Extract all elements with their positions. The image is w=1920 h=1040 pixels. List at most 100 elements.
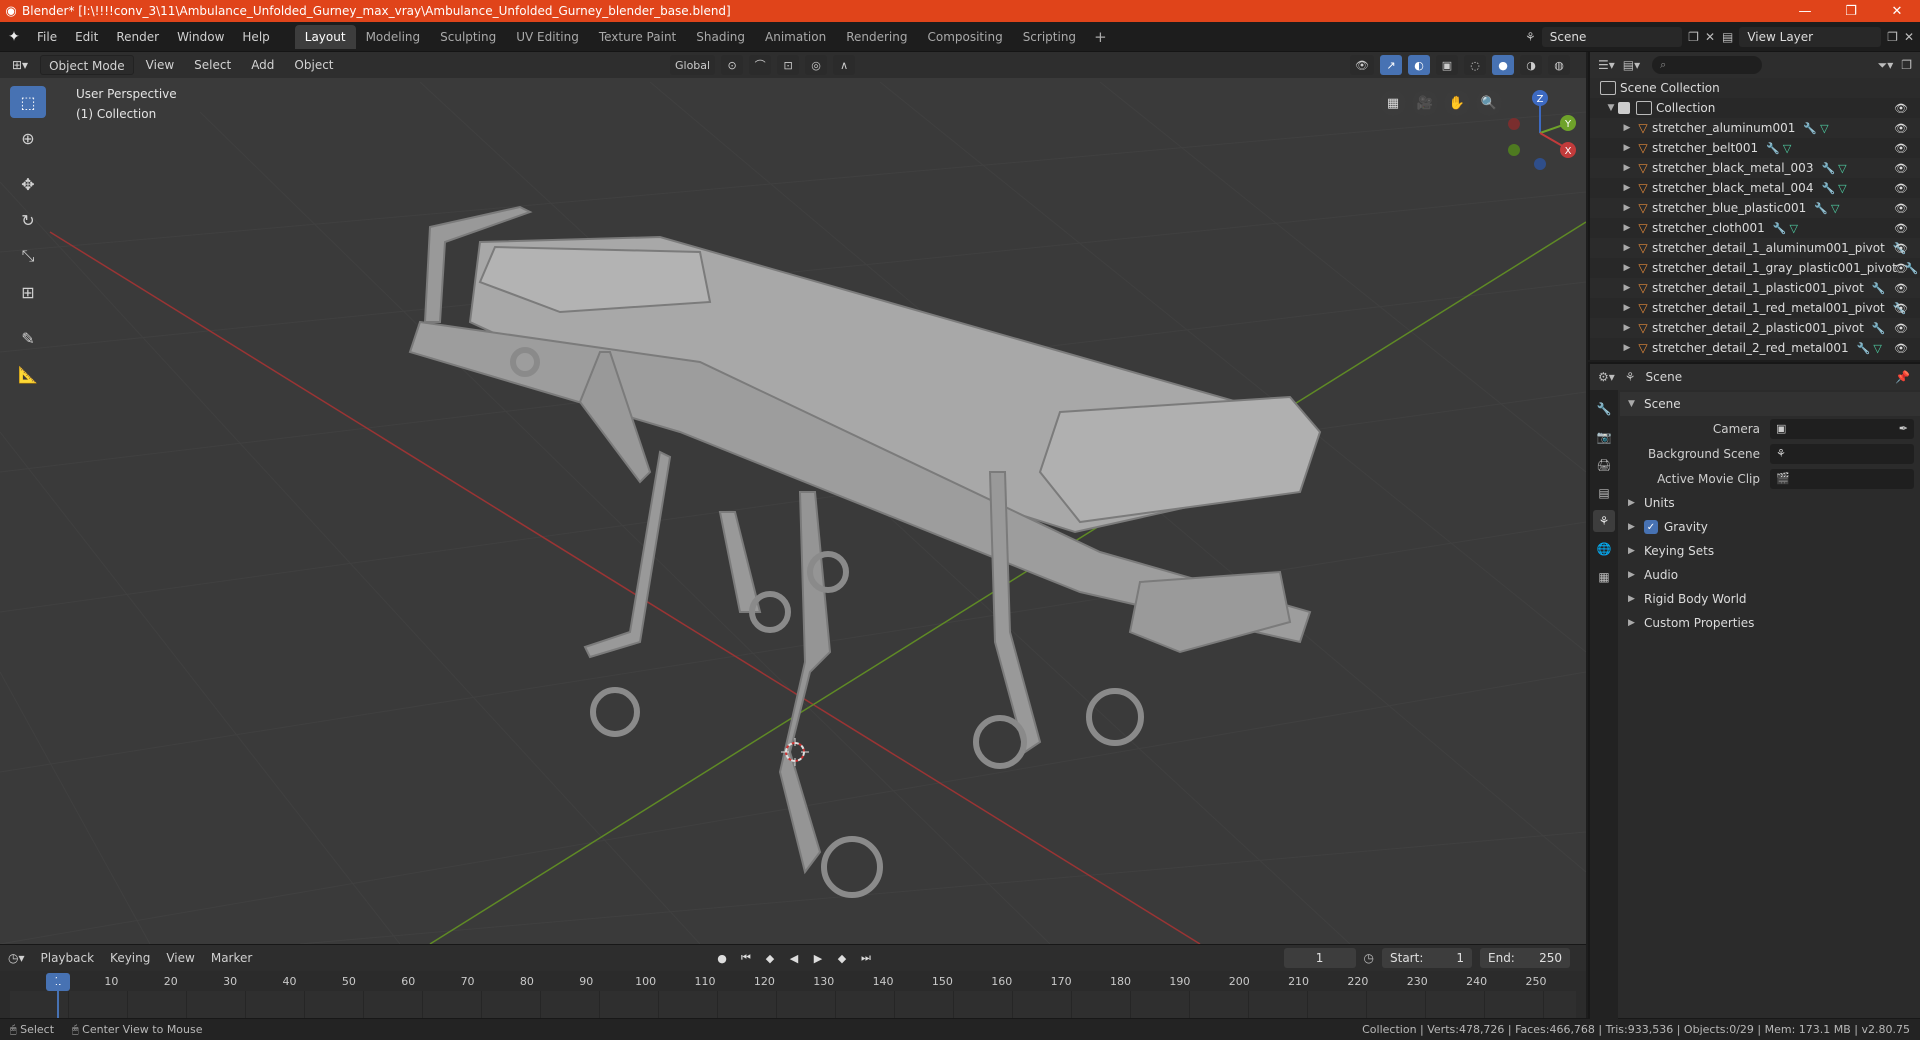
background-scene-field[interactable]: ⚘	[1770, 443, 1914, 464]
collapse-arrow-icon[interactable]: ▼	[1604, 103, 1618, 113]
mesh-data-icon[interactable]: ▽	[1820, 122, 1828, 135]
expand-arrow-icon[interactable]: ▶	[1620, 283, 1634, 293]
outliner-object-row[interactable]: ▶ ▽ stretcher_detail_2_red_metal001 🔧 ▽ 👁	[1590, 338, 1920, 358]
falloff-icon[interactable]: ∧	[833, 55, 856, 75]
scene-panel-header[interactable]: ▼ Scene	[1620, 392, 1920, 416]
modifier-wrench-icon[interactable]: 🔧	[1872, 282, 1886, 295]
prev-keyframe-icon[interactable]: ◆	[760, 949, 780, 967]
outliner-object-row[interactable]: ▶ ▽ stretcher_black_metal_003 🔧 ▽ 👁	[1590, 158, 1920, 178]
visibility-icon[interactable]: 👁	[1350, 55, 1374, 75]
modifier-wrench-icon[interactable]: 🔧	[1773, 222, 1787, 235]
mesh-data-icon[interactable]: ▽	[1783, 142, 1791, 155]
play-reverse-icon[interactable]: ◀	[784, 949, 804, 967]
visibility-eye-icon[interactable]: 👁	[1894, 262, 1908, 275]
units-panel-header[interactable]: ▶ Units	[1620, 491, 1920, 515]
eyedropper-icon[interactable]: ✒	[1899, 422, 1908, 435]
mesh-data-icon[interactable]: ▽	[1789, 222, 1797, 235]
current-frame-field[interactable]: 1	[1283, 948, 1356, 968]
outliner-object-row[interactable]: ▶ ▽ stretcher_detail_1_plastic001_pivot 🔧 👁	[1590, 278, 1920, 298]
visibility-eye-icon[interactable]: 👁	[1894, 282, 1908, 295]
blender-menu-icon[interactable]: ✦	[0, 29, 28, 45]
expand-arrow-icon[interactable]: ▶	[1620, 243, 1634, 253]
custom-properties-panel-header[interactable]: ▶ Custom Properties	[1620, 611, 1920, 635]
visibility-eye-icon[interactable]: 👁	[1894, 142, 1908, 155]
mode-dropdown[interactable]: Object Mode	[40, 55, 134, 75]
outliner-object-row[interactable]: ▶ ▽ stretcher_belt001 🔧 ▽ 👁	[1590, 138, 1920, 158]
new-scene-icon[interactable]: ❐	[1688, 30, 1699, 44]
gravity-panel-header[interactable]: ▶ ✓ Gravity	[1620, 515, 1920, 539]
scene-name-field[interactable]: Scene	[1541, 27, 1683, 47]
timeline-editor-type-icon[interactable]: ◷▾	[0, 951, 33, 965]
menu-view[interactable]: View	[138, 55, 182, 75]
expand-arrow-icon[interactable]: ▶	[1620, 223, 1634, 233]
modifier-wrench-icon[interactable]: 🔧	[1766, 142, 1780, 155]
menu-timeline-view[interactable]: View	[158, 951, 202, 965]
expand-arrow-icon[interactable]: ▶	[1620, 263, 1634, 273]
visibility-eye-icon[interactable]: 👁	[1894, 302, 1908, 315]
modifier-wrench-icon[interactable]: 🔧	[1803, 122, 1817, 135]
maximize-button[interactable]: ❐	[1828, 0, 1874, 22]
display-mode-icon[interactable]: ▤▾	[1623, 58, 1640, 72]
grid-view-icon[interactable]: ▦	[1380, 90, 1406, 116]
start-frame-field[interactable]: Start: 1	[1382, 948, 1472, 968]
tab-uv-editing[interactable]: UV Editing	[506, 25, 589, 49]
material-shading-icon[interactable]: ◑	[1520, 55, 1542, 75]
render-tab-icon[interactable]: 📷	[1593, 426, 1615, 448]
new-view-layer-icon[interactable]: ❐	[1887, 30, 1898, 44]
active-clip-field[interactable]: 🎬	[1770, 468, 1914, 489]
mesh-data-icon[interactable]: ▽	[1838, 182, 1846, 195]
mesh-data-icon[interactable]: ▽	[1873, 342, 1881, 355]
jump-end-icon[interactable]: ⏭	[856, 949, 876, 967]
camera-field[interactable]: ▣ ✒	[1770, 418, 1914, 439]
visibility-eye-icon[interactable]: 👁	[1894, 202, 1908, 215]
tab-compositing[interactable]: Compositing	[917, 25, 1012, 49]
pin-icon[interactable]: 📌	[1895, 370, 1910, 384]
collection-row[interactable]: ▼ Collection 👁	[1590, 98, 1920, 118]
timeline-editor[interactable]: ◷▾ Playback Keying View Marker ● ⏮ ◆ ◀ ▶…	[0, 944, 1586, 1028]
outliner-object-row[interactable]: ▶ ▽ stretcher_detail_2_plastic001_pivot 🔧 👁	[1590, 318, 1920, 338]
menu-object[interactable]: Object	[286, 55, 341, 75]
tab-scripting[interactable]: Scripting	[1013, 25, 1086, 49]
view-layer-tab-icon[interactable]: ▤	[1593, 482, 1615, 504]
editor-type-icon[interactable]: ⊞▾	[4, 55, 36, 75]
gizmo-toggle-icon[interactable]: ↗	[1380, 55, 1402, 75]
visibility-eye-icon[interactable]: 👁	[1894, 182, 1908, 195]
visibility-eye-icon[interactable]: 👁	[1894, 342, 1908, 355]
rendered-shading-icon[interactable]: ◍	[1548, 55, 1570, 75]
close-button[interactable]: ✕	[1874, 0, 1920, 22]
menu-marker[interactable]: Marker	[203, 951, 260, 965]
overlay-toggle-icon[interactable]: ◐	[1408, 55, 1430, 75]
world-tab-icon[interactable]: 🌐	[1593, 538, 1615, 560]
modifier-wrench-icon[interactable]: 🔧	[1872, 322, 1886, 335]
menu-keying[interactable]: Keying	[102, 951, 158, 965]
3d-viewport[interactable]: ⊞▾ Object Mode View Select Add Object Gl…	[0, 52, 1586, 944]
expand-arrow-icon[interactable]: ▶	[1620, 123, 1634, 133]
visibility-eye-icon[interactable]: 👁	[1894, 222, 1908, 235]
add-workspace-button[interactable]: +	[1086, 25, 1115, 49]
output-tab-icon[interactable]: 🖨	[1593, 454, 1615, 476]
properties-editor-type-icon[interactable]: ⚙▾	[1598, 370, 1615, 384]
rigid-body-world-panel-header[interactable]: ▶ Rigid Body World	[1620, 587, 1920, 611]
menu-select[interactable]: Select	[186, 55, 239, 75]
outliner-editor-type-icon[interactable]: ☰▾	[1598, 58, 1615, 72]
playhead[interactable]	[57, 973, 59, 1021]
outliner-object-row[interactable]: ▶ ▽ stretcher_detail_1_red_metal001_pivot 🔧…	[1590, 298, 1920, 318]
visibility-eye-icon[interactable]: 👁	[1894, 162, 1908, 175]
view-layer-field[interactable]: View Layer	[1739, 27, 1882, 47]
modifier-wrench-icon[interactable]: 🔧	[1821, 162, 1835, 175]
expand-arrow-icon[interactable]: ▶	[1620, 303, 1634, 313]
snap-icon[interactable]: ⌒	[749, 55, 772, 75]
outliner-object-row[interactable]: ▶ ▽ stretcher_detail_1_aluminum001_pivot 🔧 👁	[1590, 238, 1920, 258]
scene-icon[interactable]: ⚘	[1525, 30, 1536, 44]
menu-help[interactable]: Help	[233, 26, 278, 48]
expand-arrow-icon[interactable]: ▶	[1620, 143, 1634, 153]
navigation-gizmo[interactable]: Z Y X	[1500, 88, 1580, 178]
modifier-wrench-icon[interactable]: 🔧	[1821, 182, 1835, 195]
exclude-checkbox[interactable]	[1618, 102, 1630, 114]
preview-range-icon[interactable]: ◷	[1364, 951, 1374, 965]
visibility-eye-icon[interactable]: 👁	[1894, 242, 1908, 255]
snap-target-icon[interactable]: ⊡	[777, 55, 800, 75]
modifier-wrench-icon[interactable]: 🔧	[1814, 202, 1828, 215]
expand-arrow-icon[interactable]: ▶	[1620, 323, 1634, 333]
delete-view-layer-icon[interactable]: ✕	[1904, 30, 1914, 44]
